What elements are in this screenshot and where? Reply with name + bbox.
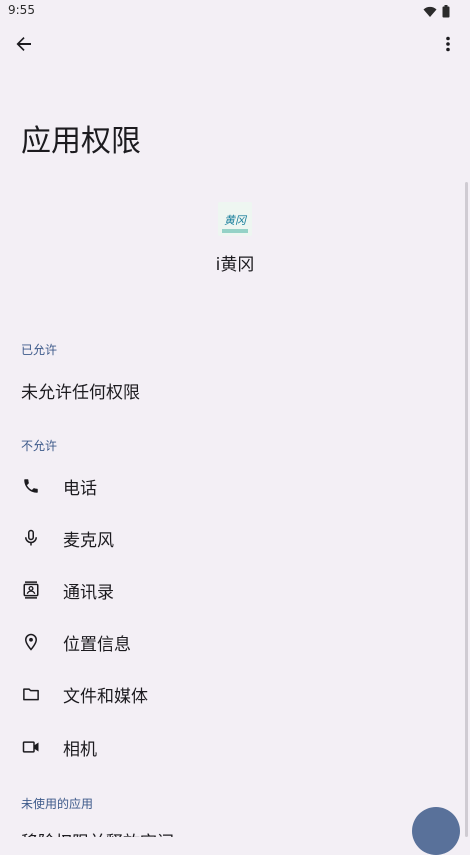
page-title: 应用权限: [21, 124, 141, 159]
battery-icon: [442, 3, 450, 22]
svg-text:黄冈: 黄冈: [224, 214, 248, 227]
more-options-button[interactable]: [436, 32, 460, 60]
app-name: i黄冈: [215, 255, 255, 275]
permission-row-camera[interactable]: 相机: [0, 721, 460, 773]
no-permissions-allowed-text: 未允许任何权限: [21, 383, 140, 403]
section-label-allowed: 已允许: [21, 343, 58, 357]
microphone-icon: [20, 527, 42, 549]
floating-button[interactable]: [412, 807, 460, 855]
camera-icon: [20, 736, 42, 758]
permission-label: 通讯录: [63, 582, 114, 603]
wifi-icon: [423, 3, 437, 22]
permission-row-phone[interactable]: 电话: [0, 460, 460, 512]
folder-icon: [20, 683, 42, 705]
app-bar: [0, 22, 470, 70]
permission-label: 文件和媒体: [63, 686, 148, 707]
status-icons: [423, 3, 450, 22]
permission-row-microphone[interactable]: 麦克风: [0, 512, 460, 564]
permission-label: 麦克风: [63, 530, 114, 551]
status-time: 9:55: [8, 3, 35, 17]
permission-label: 电话: [63, 478, 97, 499]
scrollbar[interactable]: [465, 182, 468, 837]
section-label-unused-apps: 未使用的应用: [21, 797, 94, 811]
more-vert-icon: [445, 36, 451, 56]
permission-label: 相机: [63, 739, 97, 760]
location-icon: [20, 631, 42, 653]
status-bar: 9:55: [0, 0, 470, 22]
remove-permissions-row[interactable]: 移除权限并释放空间: [21, 828, 174, 837]
contacts-icon: [20, 579, 42, 601]
permission-label: 位置信息: [63, 634, 131, 655]
permission-row-location[interactable]: 位置信息: [0, 616, 460, 668]
permission-row-contacts[interactable]: 通讯录: [0, 564, 460, 616]
back-button[interactable]: [10, 32, 38, 60]
phone-icon: [20, 475, 42, 497]
section-label-denied: 不允许: [21, 439, 58, 453]
app-header: 黄冈 i黄冈: [0, 202, 470, 275]
arrow-back-icon: [15, 35, 33, 57]
app-icon: 黄冈: [218, 202, 252, 236]
permission-row-files-media[interactable]: 文件和媒体: [0, 668, 460, 720]
